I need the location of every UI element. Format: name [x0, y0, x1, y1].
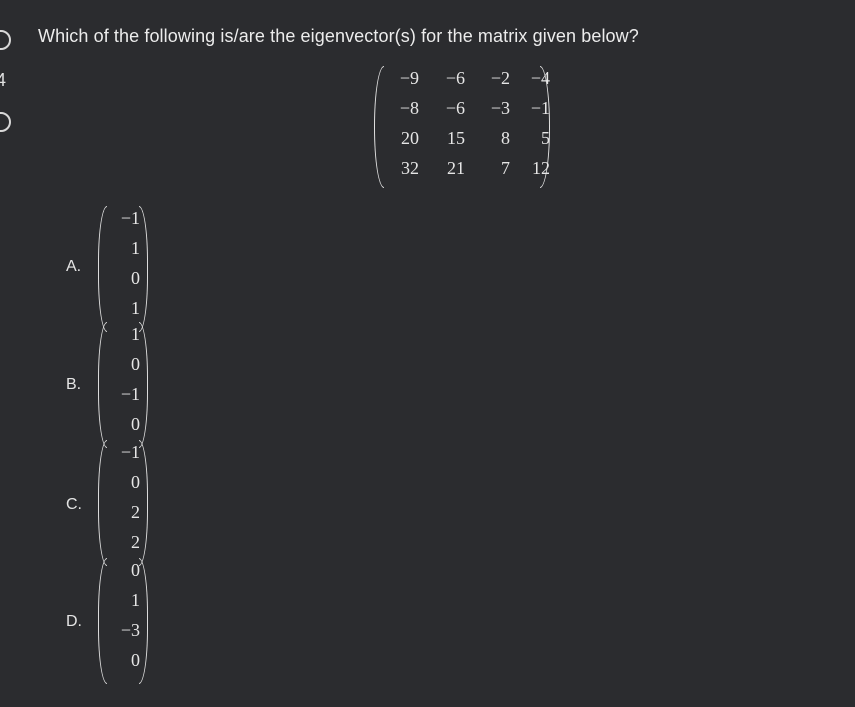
vector-entry: 0 [131, 472, 140, 492]
vector-entry: 0 [131, 560, 140, 580]
option-label-d[interactable]: D. [66, 613, 82, 631]
option-vector-c[interactable]: −1 0 2 2 [98, 440, 148, 566]
vector-entry: −1 [120, 208, 140, 228]
vector-entry: −3 [120, 620, 140, 640]
matrix-cell: −8 [399, 98, 419, 118]
matrix-cell: −6 [445, 68, 465, 88]
matrix-cell: −6 [445, 98, 465, 118]
vector-entry: 1 [131, 324, 140, 344]
right-paren [139, 558, 148, 684]
matrix-cell: −2 [490, 68, 510, 88]
right-paren [139, 440, 148, 566]
matrix-cell: 8 [501, 128, 510, 148]
radio-circle-icon[interactable] [0, 30, 11, 50]
option-vector-b[interactable]: 1 0 −1 0 [98, 322, 148, 448]
radio-circle-icon[interactable] [0, 112, 11, 132]
vector-entry: 1 [131, 298, 140, 318]
vector-entry: −1 [120, 384, 140, 404]
vector-entry: 2 [131, 532, 140, 552]
matrix-cell: −3 [490, 98, 510, 118]
matrix-cell: 15 [447, 128, 465, 148]
right-paren [139, 206, 148, 332]
matrix-cell: 5 [541, 128, 550, 148]
option-label-c[interactable]: C. [66, 496, 82, 514]
question-number: 4 [0, 70, 7, 90]
vector-entry: 0 [131, 268, 140, 288]
left-paren [98, 206, 107, 332]
left-paren [98, 322, 107, 448]
matrix-grid: −9 −6 −2 −4 −8 −6 −3 −1 20 15 8 5 32 21 7 12 [384, 66, 550, 188]
left-paren [98, 558, 107, 684]
left-paren [98, 440, 107, 566]
option-label-a[interactable]: A. [66, 258, 81, 276]
matrix-cell: −9 [399, 68, 419, 88]
vector-entry: 1 [131, 238, 140, 258]
option-vector-a[interactable]: −1 1 0 1 [98, 206, 148, 332]
vector-entry: 2 [131, 502, 140, 522]
vector-entry: −1 [120, 442, 140, 462]
matrix-cell: 12 [532, 158, 550, 178]
matrix-cell: 32 [401, 158, 419, 178]
matrix-cell: 7 [501, 158, 510, 178]
option-label-b[interactable]: B. [66, 376, 81, 394]
vector-entry: 0 [131, 650, 140, 670]
vector-entry: 0 [131, 414, 140, 434]
right-paren [139, 322, 148, 448]
question-text: Which of the following is/are the eigenv… [38, 26, 639, 46]
vector-entry: 0 [131, 354, 140, 374]
vector-entry: 1 [131, 590, 140, 610]
matrix-cell: −4 [530, 68, 550, 88]
option-vector-d[interactable]: 0 1 −3 0 [98, 558, 148, 684]
matrix-cell: 20 [401, 128, 419, 148]
matrix-cell: 21 [447, 158, 465, 178]
matrix-cell: −1 [530, 98, 550, 118]
matrix: −9 −6 −2 −4 −8 −6 −3 −1 20 15 8 5 32 21 7 12 [374, 66, 550, 188]
